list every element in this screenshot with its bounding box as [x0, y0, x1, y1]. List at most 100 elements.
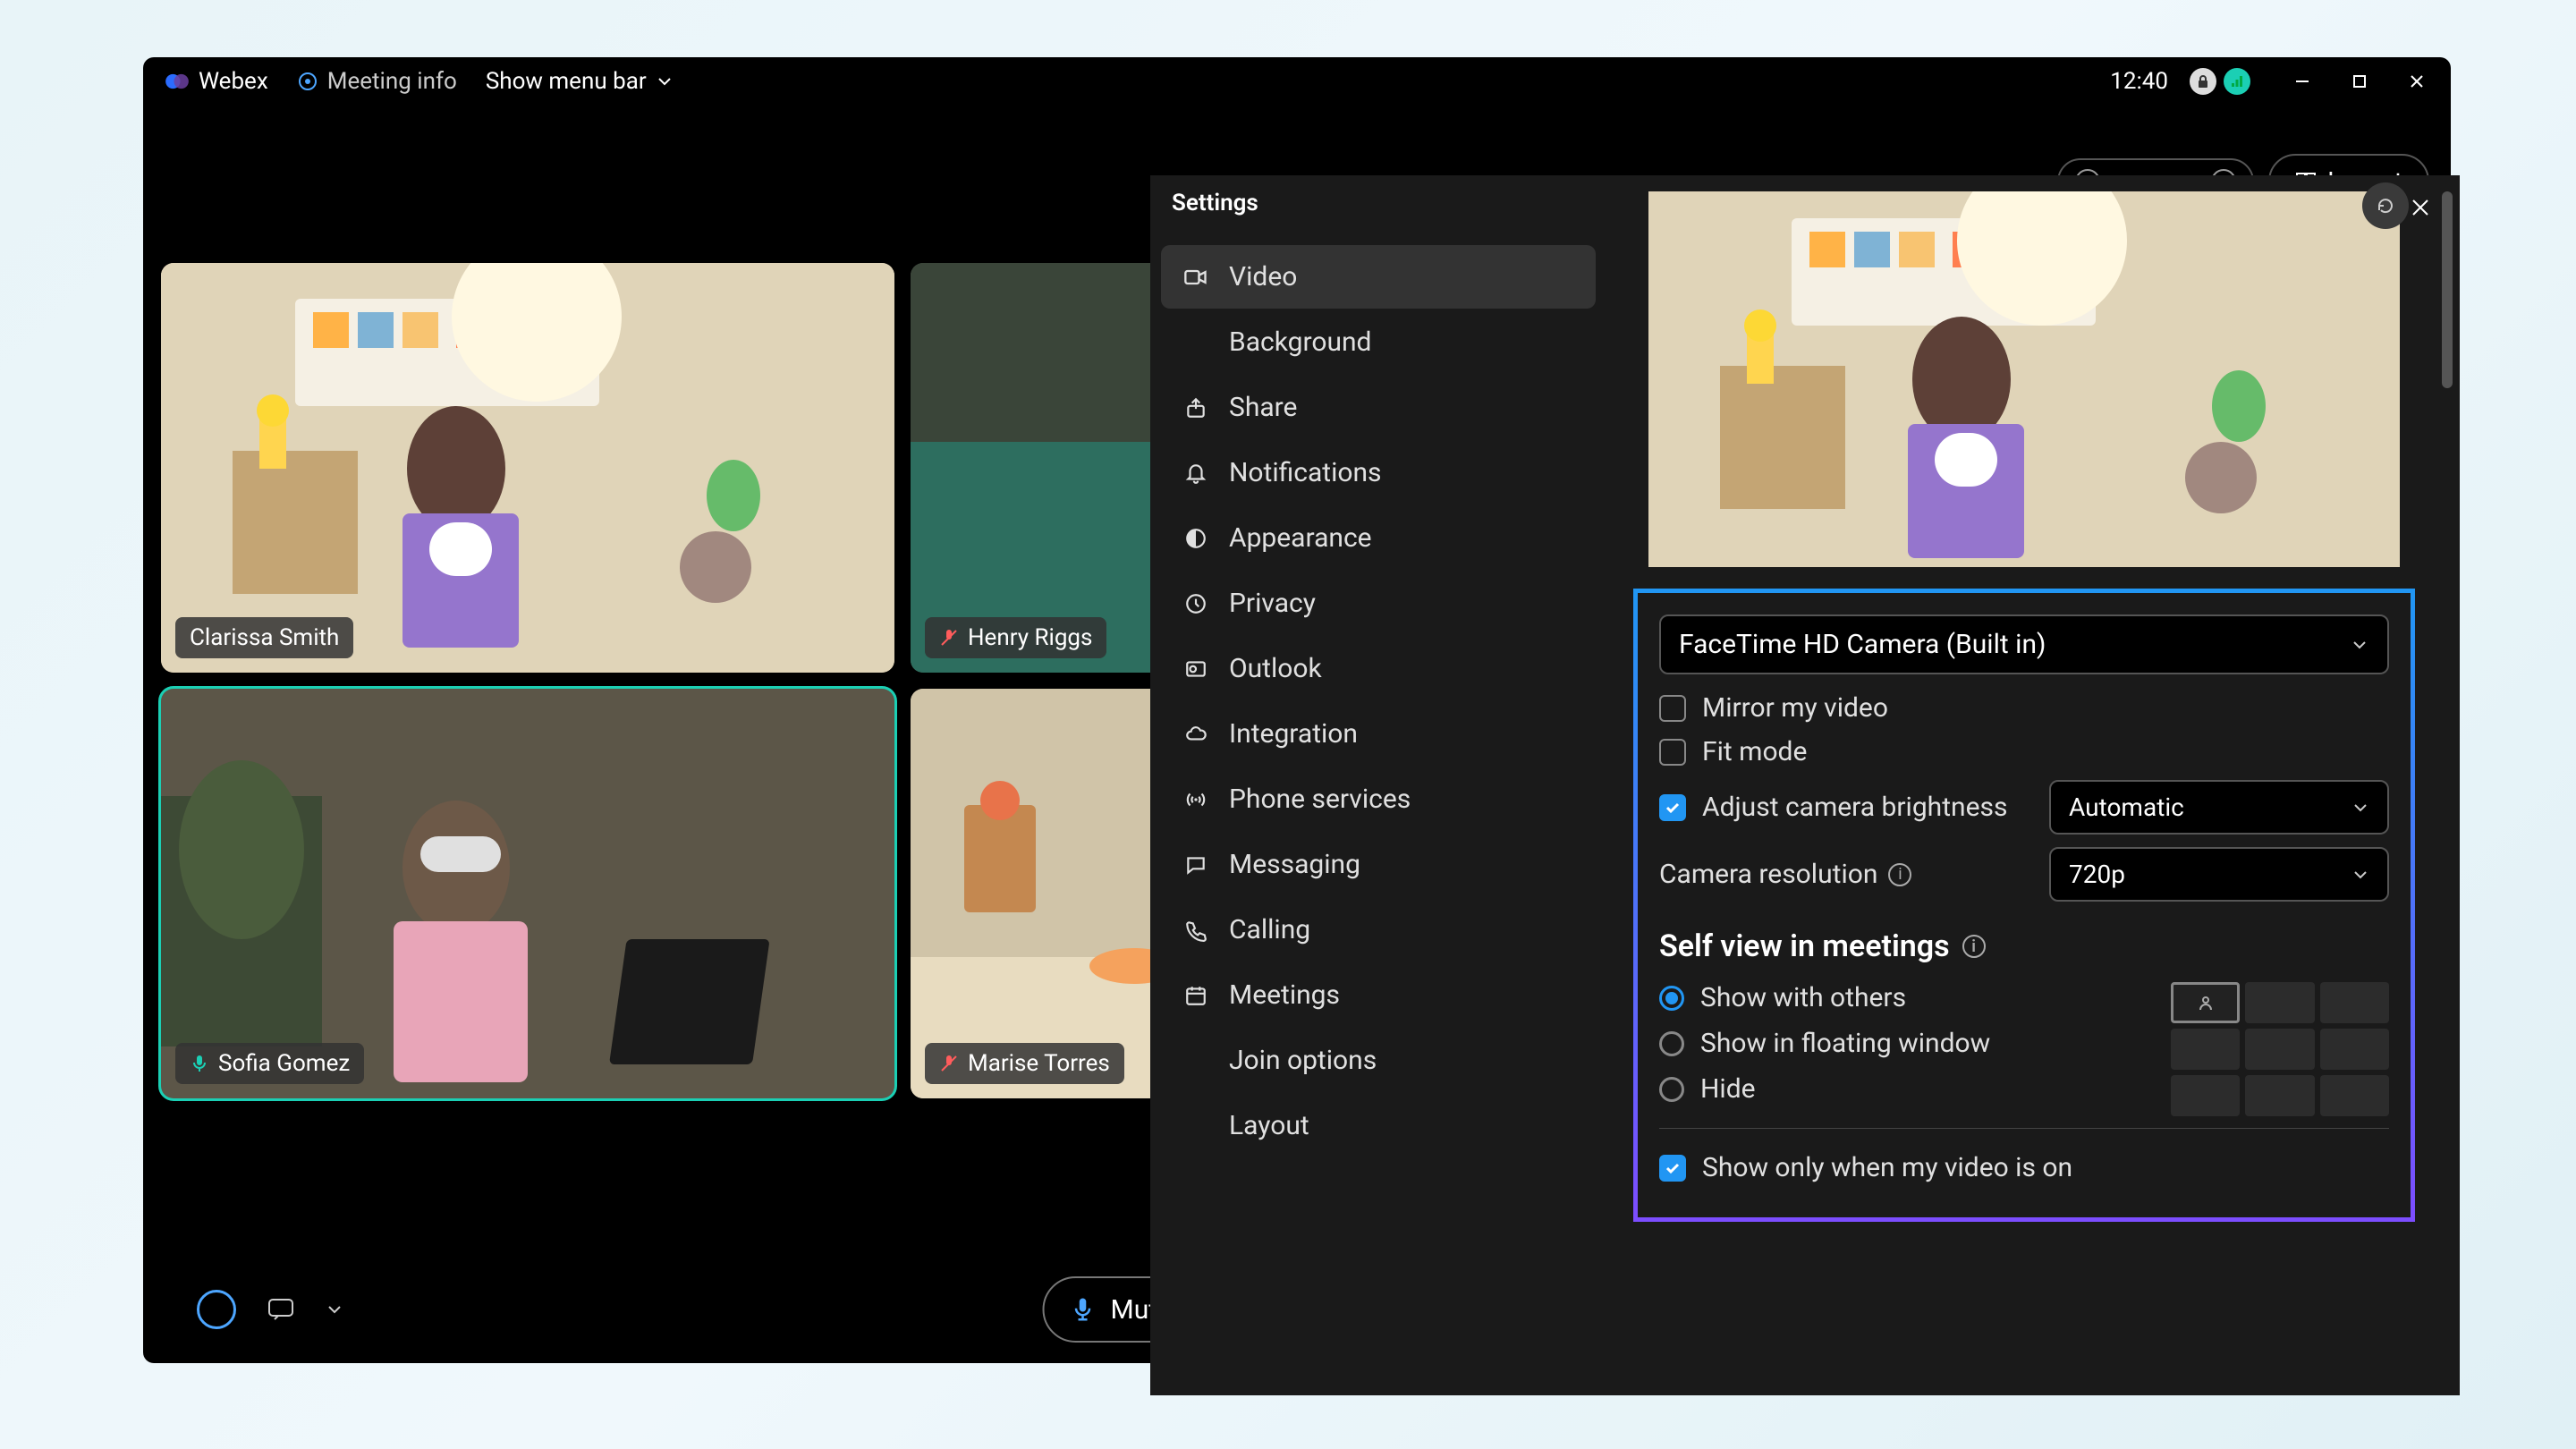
- sidebar-label: Outlook: [1229, 653, 1322, 684]
- radio-unchecked[interactable]: [1659, 1077, 1684, 1102]
- self-view-position-cell[interactable]: [2320, 982, 2389, 1023]
- sidebar-label: Messaging: [1229, 849, 1360, 880]
- radio-label: Hide: [1700, 1073, 1756, 1105]
- show-menu-bar-label: Show menu bar: [486, 68, 647, 95]
- camera-select[interactable]: FaceTime HD Camera (Built in): [1659, 614, 2389, 674]
- reactions-button[interactable]: [197, 1290, 236, 1329]
- self-view-title-text: Self view in meetings: [1659, 928, 1950, 964]
- mirror-video-label: Mirror my video: [1702, 692, 1888, 724]
- sidebar-label: Join options: [1229, 1045, 1377, 1076]
- sidebar-item-integration[interactable]: Integration: [1161, 702, 1596, 766]
- sidebar-item-layout[interactable]: Layout: [1161, 1094, 1596, 1157]
- sidebar-label: Meetings: [1229, 979, 1340, 1011]
- radio-checked[interactable]: [1659, 986, 1684, 1011]
- sidebar-item-calling[interactable]: Calling: [1161, 898, 1596, 962]
- sidebar-label: Background: [1229, 326, 1371, 358]
- adjust-brightness-label: Adjust camera brightness: [1702, 792, 2007, 823]
- camera-select-value: FaceTime HD Camera (Built in): [1679, 629, 2046, 660]
- sidebar-item-share[interactable]: Share: [1161, 376, 1596, 439]
- self-view-position-cell[interactable]: [2320, 1029, 2389, 1070]
- show-only-when-on-checkbox-row[interactable]: Show only when my video is on: [1659, 1152, 2389, 1183]
- sidebar-label: Appearance: [1229, 522, 1372, 554]
- muted-mic-icon: [939, 628, 959, 648]
- checkbox-unchecked[interactable]: [1659, 695, 1686, 722]
- sidebar-item-notifications[interactable]: Notifications: [1161, 441, 1596, 504]
- sidebar-item-privacy[interactable]: Privacy: [1161, 572, 1596, 635]
- chat-icon: [266, 1294, 296, 1325]
- radio-unchecked[interactable]: [1659, 1031, 1684, 1056]
- webex-logo-icon: [165, 69, 190, 94]
- sidebar-label: Share: [1229, 392, 1297, 423]
- self-view-position-cell[interactable]: [2171, 1075, 2240, 1116]
- adjust-brightness-checkbox-row[interactable]: Adjust camera brightness: [1659, 792, 2007, 823]
- meeting-info-button[interactable]: Meeting info: [297, 68, 457, 95]
- camera-resolution-select[interactable]: 720p: [2049, 847, 2389, 902]
- maximize-button[interactable]: [2347, 69, 2372, 94]
- message-icon: [1182, 852, 1209, 878]
- chat-button[interactable]: [261, 1290, 301, 1329]
- sidebar-label: Notifications: [1229, 457, 1382, 488]
- mirror-video-checkbox-row[interactable]: Mirror my video: [1659, 692, 2389, 724]
- info-icon[interactable]: i: [1962, 935, 1986, 958]
- sidebar-label: Integration: [1229, 718, 1358, 750]
- participant-nametag: Marise Torres: [925, 1043, 1124, 1084]
- appearance-icon: [1182, 525, 1209, 552]
- muted-mic-icon: [939, 1054, 959, 1073]
- share-icon: [1182, 394, 1209, 421]
- participant-nametag: Henry Riggs: [925, 617, 1106, 658]
- self-view-position-cell[interactable]: [2171, 982, 2240, 1023]
- privacy-icon: [1182, 590, 1209, 617]
- self-view-position-cell[interactable]: [2320, 1075, 2389, 1116]
- network-badge-icon[interactable]: [2224, 68, 2250, 95]
- minimize-button[interactable]: [2290, 69, 2315, 94]
- sidebar-item-appearance[interactable]: Appearance: [1161, 506, 1596, 570]
- sidebar-item-meetings[interactable]: Meetings: [1161, 963, 1596, 1027]
- self-view-position-cell[interactable]: [2245, 982, 2314, 1023]
- sidebar-item-video[interactable]: Video: [1161, 245, 1596, 309]
- sidebar-item-background[interactable]: Background: [1161, 310, 1596, 374]
- outlook-icon: [1182, 656, 1209, 682]
- lock-badge-icon[interactable]: [2190, 68, 2216, 95]
- show-menu-bar-button[interactable]: Show menu bar: [486, 68, 674, 95]
- webex-logo: Webex: [165, 68, 268, 95]
- sidebar-item-messaging[interactable]: Messaging: [1161, 833, 1596, 896]
- participant-tile[interactable]: Clarissa Smith: [161, 263, 894, 673]
- participant-nametag: Sofia Gomez: [175, 1043, 364, 1084]
- chevron-down-icon: [2351, 866, 2369, 884]
- checkbox-checked[interactable]: [1659, 794, 1686, 821]
- clock-time: 12:40: [2110, 68, 2168, 95]
- sidebar-item-phone-services[interactable]: Phone services: [1161, 767, 1596, 831]
- divider: [1659, 1128, 2389, 1129]
- brightness-mode-value: Automatic: [2069, 792, 2184, 822]
- info-location-icon: [297, 71, 318, 92]
- scrollbar[interactable]: [2442, 191, 2453, 388]
- self-view-position-cell[interactable]: [2171, 1029, 2240, 1070]
- info-icon[interactable]: i: [1888, 863, 1911, 886]
- antenna-icon: [1182, 786, 1209, 813]
- mic-icon: [1070, 1296, 1097, 1323]
- settings-panel: Settings Video Background Share Notifica…: [1150, 175, 2460, 1395]
- bell-icon: [1182, 460, 1209, 487]
- fit-mode-checkbox-row[interactable]: Fit mode: [1659, 736, 2389, 767]
- show-only-when-on-label: Show only when my video is on: [1702, 1152, 2072, 1183]
- checkbox-unchecked[interactable]: [1659, 739, 1686, 766]
- self-view-position-cell[interactable]: [2245, 1029, 2314, 1070]
- cloud-icon: [1182, 721, 1209, 748]
- sidebar-item-join-options[interactable]: Join options: [1161, 1029, 1596, 1092]
- participant-tile[interactable]: Sofia Gomez: [161, 689, 894, 1098]
- chevron-down-icon[interactable]: [326, 1301, 343, 1318]
- settings-sidebar: Video Background Share Notifications App…: [1150, 175, 1606, 1395]
- settings-content: FaceTime HD Camera (Built in) Mirror my …: [1606, 175, 2460, 1395]
- self-view-section-title: Self view in meetings i: [1659, 928, 2389, 964]
- chevron-down-icon: [2351, 799, 2369, 817]
- brightness-mode-select[interactable]: Automatic: [2049, 780, 2389, 835]
- checkbox-checked[interactable]: [1659, 1155, 1686, 1182]
- rotate-icon: [2374, 194, 2397, 217]
- sidebar-item-outlook[interactable]: Outlook: [1161, 637, 1596, 700]
- self-view-position-cell[interactable]: [2245, 1075, 2314, 1116]
- app-name: Webex: [199, 68, 268, 95]
- close-window-button[interactable]: [2404, 69, 2429, 94]
- preview-rotate-button[interactable]: [2362, 182, 2409, 229]
- participant-nametag: Clarissa Smith: [175, 617, 353, 658]
- settings-title: Settings: [1172, 190, 1258, 216]
